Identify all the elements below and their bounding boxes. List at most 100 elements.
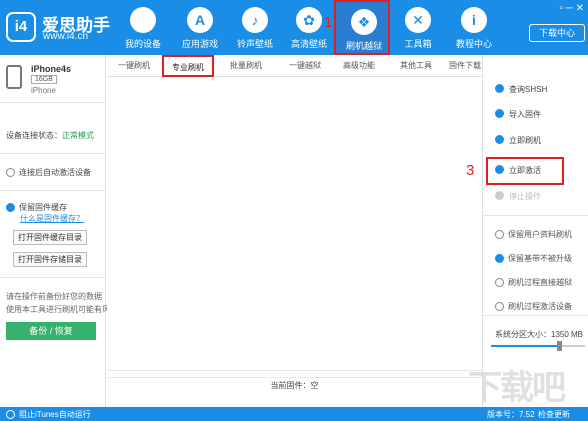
flash-tabs: 一键刷机 专业刷机 批量刷机 一键越狱 高级功能 其他工具 固件下载: [107, 55, 482, 77]
action-label: 查询SHSH: [509, 85, 548, 94]
action-icon: [495, 191, 504, 200]
nav-item-label: 教程中心: [455, 39, 492, 49]
highlight-box: [486, 157, 564, 185]
option-label: 刷机过程激活设备: [508, 302, 572, 311]
system-partition-size: 系统分区大小：1350 MB: [495, 330, 584, 339]
logo: i4 爱思助手 www.i4.cn: [6, 10, 116, 46]
block-itunes-checkbox[interactable]: 阻止iTunes自动运行: [6, 409, 91, 420]
divider: [483, 315, 588, 316]
nav-item-label: 刷机越狱: [345, 41, 382, 51]
tip-line-1: 请在操作前备份好您的数据: [6, 292, 102, 301]
divider: [0, 190, 106, 191]
top-navigation-bar: i4 爱思助手 www.i4.cn 我的设备 A 应用游戏 ♪ 铃声壁纸 ✿ 高清壁纸 ❖ 刷机…: [0, 0, 588, 55]
what-is-cache-link[interactable]: 什么是固件缓存？: [20, 213, 84, 224]
nav-item-5[interactable]: ✕ 工具箱: [390, 0, 446, 55]
checkbox-checked-icon: [495, 254, 504, 263]
option-label: 刷机过程直接越狱: [508, 278, 572, 287]
option-checkbox-0[interactable]: 保留用户资料刷机: [495, 229, 572, 240]
tab-6[interactable]: 固件下载: [443, 55, 487, 77]
option-checkbox-1[interactable]: 保留基带不被升级: [495, 253, 572, 264]
nav-item-label: 高清壁纸: [290, 39, 327, 49]
app-window: i4 爱思助手 www.i4.cn 我的设备 A 应用游戏 ♪ 铃声壁纸 ✿ 高清壁纸 ❖ 刷机…: [0, 0, 588, 421]
checkbox-circle-icon: [495, 230, 504, 239]
watermark: 下载吧: [468, 369, 566, 407]
action-4[interactable]: 停止操作: [495, 191, 541, 202]
tab-2[interactable]: 批量刷机: [220, 55, 272, 77]
connection-status: 设备连接状态：正常模式: [6, 130, 94, 141]
horizontal-scrollbar[interactable]: [107, 370, 482, 378]
checkbox-circle-icon: [6, 410, 15, 419]
partition-size-slider[interactable]: [491, 341, 585, 351]
checkbox-circle-icon: [6, 168, 15, 177]
info-icon: i: [461, 7, 487, 33]
slider-fill: [491, 345, 559, 347]
dropbox-icon: ❖: [351, 9, 377, 35]
auto-activate-checkbox[interactable]: 连接后自动激活设备: [6, 167, 91, 178]
action-2[interactable]: 立即刷机: [495, 135, 541, 146]
logo-mark: i4: [6, 12, 36, 42]
annotation-number-1: 1: [324, 14, 333, 31]
version-label: 版本号：7.52: [487, 410, 535, 419]
nav-item-label: 工具箱: [404, 39, 432, 49]
phone-icon: [6, 65, 22, 89]
current-firmware-text: 当前固件：空: [270, 381, 319, 390]
action-1[interactable]: 导入固件: [495, 109, 541, 120]
divider: [483, 215, 588, 216]
action-0[interactable]: 查询SHSH: [495, 84, 547, 95]
option-checkbox-2[interactable]: 刷机过程直接越狱: [495, 277, 572, 288]
open-cache-dir-button[interactable]: 打开固件缓存目录: [13, 230, 87, 245]
window-controls[interactable]: ▫ ─ ✕: [559, 3, 584, 14]
appstore-icon: A: [187, 7, 213, 33]
action-icon: [495, 84, 504, 93]
block-itunes-label: 阻止iTunes自动运行: [19, 410, 91, 419]
tab-5[interactable]: 其他工具: [392, 55, 440, 77]
auto-activate-label: 连接后自动激活设备: [19, 168, 91, 177]
divider: [0, 102, 106, 103]
nav-item-6[interactable]: i 教程中心: [446, 0, 502, 55]
slider-handle[interactable]: [556, 341, 562, 351]
bell-icon: ♪: [242, 7, 268, 33]
annotation-number-3: 3: [466, 162, 475, 179]
action-icon: [495, 109, 504, 118]
download-center-button[interactable]: 下载中心: [529, 24, 585, 42]
device-capacity-badge: 16GB: [31, 75, 57, 84]
tip-line-2: 使用本工具进行刷机可能有风险: [6, 305, 118, 314]
connection-status-label: 设备连接状态：: [6, 131, 62, 140]
tab-1[interactable]: 专业刷机: [162, 55, 214, 77]
nav-item-label: 我的设备: [124, 39, 161, 49]
app-url: www.i4.cn: [43, 31, 89, 42]
device-name: iPhone4s: [31, 64, 72, 74]
checkbox-circle-icon: [495, 278, 504, 287]
backup-restore-button[interactable]: 备份 / 恢复: [6, 322, 96, 340]
connection-status-value: 正常模式: [62, 131, 94, 140]
action-label: 导入固件: [509, 110, 541, 119]
action-label: 停止操作: [509, 192, 541, 201]
keep-cache-checkbox[interactable]: 保留固件缓存: [6, 202, 67, 213]
apple-icon: [130, 7, 156, 33]
nav-item-label: 应用游戏: [181, 39, 218, 49]
flash-actions-panel: 查询SHSH 导入固件 立即刷机 立即激活 停止操作 保留用户资料刷机 保留基带不被升级刷…: [482, 55, 588, 407]
action-icon: [495, 135, 504, 144]
open-download-dir-button[interactable]: 打开固件存储目录: [13, 252, 87, 267]
device-sidebar: iPhone4s 16GB iPhone 设备连接状态：正常模式 连接后自动激活…: [0, 55, 118, 407]
tab-4[interactable]: 高级功能: [333, 55, 385, 77]
firmware-list-area: 当前固件：空: [107, 77, 482, 407]
nav-item-label: 铃声壁纸: [236, 39, 273, 49]
status-bar: 阻止iTunes自动运行 版本号：7.52 检查更新: [0, 407, 588, 421]
option-checkbox-3[interactable]: 刷机过程激活设备: [495, 301, 572, 312]
nav-item-4[interactable]: ❖ 刷机越狱: [334, 0, 390, 55]
checkbox-checked-icon: [6, 203, 15, 212]
divider: [0, 153, 106, 154]
gear-icon: ✿: [296, 7, 322, 33]
tab-3[interactable]: 一键越狱: [280, 55, 330, 77]
option-label: 保留基带不被升级: [508, 254, 572, 263]
nav-item-1[interactable]: A 应用游戏: [172, 0, 228, 55]
nav-item-0[interactable]: 我的设备: [115, 0, 171, 55]
device-model: iPhone: [31, 86, 56, 95]
action-label: 立即刷机: [509, 136, 541, 145]
nav-item-2[interactable]: ♪ 铃声壁纸: [227, 0, 283, 55]
divider: [0, 277, 106, 278]
tools-icon: ✕: [405, 7, 431, 33]
check-update-link[interactable]: 检查更新: [538, 409, 570, 420]
tab-0[interactable]: 一键刷机: [109, 55, 159, 77]
